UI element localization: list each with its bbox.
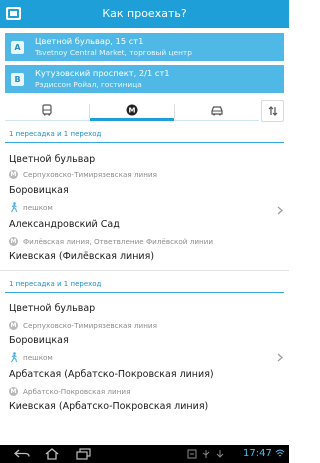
origin-address: Цветной бульвар, 15 ст1 (35, 36, 144, 46)
walking-icon (11, 352, 17, 363)
status-clock: 17:47 (243, 448, 272, 459)
route-station: Киевская (Филёвская линия) (9, 251, 155, 262)
route-station: Боровицкая (9, 335, 69, 346)
tab-bus[interactable] (5, 100, 89, 122)
origin-badge: A (11, 41, 24, 54)
origin-place: Tsvetnoy Central Market, торговый центр (35, 48, 192, 57)
destination-place: Рэдиссон Ройал, гостиница (35, 80, 142, 89)
route-1-title: 1 пересадка и 1 переход (9, 130, 102, 138)
route-line-name: Арбатско-Покровская линия (23, 387, 131, 396)
bus-icon (42, 104, 52, 116)
tab-car[interactable] (175, 100, 259, 122)
metro-icon: M (9, 237, 18, 246)
car-icon (211, 106, 223, 116)
route-station: Киевская (Арбатско-Покровская линия) (9, 401, 209, 412)
route-divider (0, 270, 289, 271)
destination-address-card[interactable]: B Кутузовский проспект, 2/1 ст1 Рэдиссон… (5, 65, 284, 93)
home-icon[interactable] (44, 448, 60, 460)
route-station: Боровицкая (9, 185, 69, 196)
recent-apps-icon[interactable] (76, 448, 92, 460)
notification-icon (187, 449, 197, 459)
route-station: Цветной бульвар (9, 303, 96, 314)
walking-icon (11, 202, 17, 213)
metro-icon: M (9, 387, 18, 396)
origin-address-card[interactable]: A Цветной бульвар, 15 ст1 Tsvetnoy Centr… (5, 33, 284, 61)
system-navigation-bar: 17:47 (0, 445, 289, 463)
swap-icon (268, 106, 277, 116)
route-line-name: Филёвская линия, Ответвление Филёвской л… (23, 237, 214, 246)
route-station: Цветной бульвар (9, 154, 96, 165)
route-2-header-line (5, 292, 284, 293)
page-title: Как проехать? (102, 7, 187, 20)
route-1-header-line (5, 142, 284, 143)
destination-address: Кутузовский проспект, 2/1 ст1 (35, 68, 170, 78)
destination-badge: B (11, 73, 24, 86)
route-2-title: 1 пересадка и 1 переход (9, 280, 102, 288)
route-station: Александровский Сад (9, 219, 120, 230)
metro-icon: M (9, 170, 18, 179)
download-icon (216, 450, 224, 458)
wifi-icon (275, 449, 285, 457)
route-line-name: Серпуховско-Тимирязевская линия (23, 321, 157, 330)
route-line-name: Серпуховско-Тимирязевская линия (23, 170, 157, 179)
metro-icon: M (126, 104, 138, 116)
action-bar: Как проехать? (0, 0, 289, 28)
active-tab-indicator (90, 118, 174, 121)
swap-direction-button[interactable] (261, 100, 284, 122)
back-icon[interactable] (14, 449, 30, 459)
chevron-right-icon (277, 353, 283, 362)
chevron-right-icon (277, 206, 283, 215)
transport-tabs: M (5, 100, 284, 122)
route-station: Арбатская (Арбатско-Покровская линия) (9, 369, 214, 380)
usb-icon (202, 450, 210, 458)
walk-label: пешком (23, 353, 53, 362)
walk-label: пешком (23, 203, 53, 212)
metro-icon: M (9, 321, 18, 330)
metro-letter: M (129, 107, 136, 115)
